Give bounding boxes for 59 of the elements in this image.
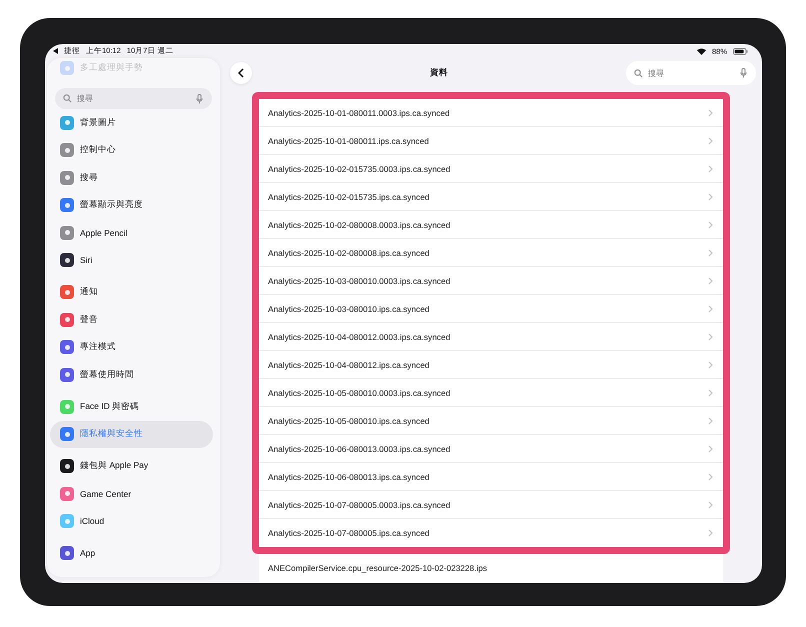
sidebar-item[interactable]: 通知 bbox=[50, 278, 213, 306]
sidebar-item[interactable]: 聲音 bbox=[50, 306, 213, 334]
battery-icon bbox=[733, 48, 748, 54]
sidebar-item[interactable]: 螢幕顯示與亮度 bbox=[50, 192, 213, 219]
sidebar-item[interactable]: Face ID 與密碼 bbox=[50, 393, 213, 420]
chevron-icon bbox=[708, 472, 713, 480]
chevron-icon bbox=[708, 500, 713, 508]
chevron-icon bbox=[708, 416, 713, 424]
chevron-icon bbox=[708, 136, 713, 144]
chevron-icon bbox=[708, 388, 713, 396]
file-row[interactable]: Analytics-2025-10-02-080008.0003.ips.ca.synced bbox=[259, 211, 723, 239]
chevron-icon bbox=[708, 529, 713, 537]
file-row[interactable]: Analytics-2025-10-03-080010.0003.ips.ca.synced bbox=[259, 267, 723, 295]
sidebar-item[interactable]: Game Center bbox=[50, 480, 213, 508]
sidebar-item[interactable]: 背景圖片 bbox=[50, 109, 213, 136]
microphone-icon[interactable] bbox=[740, 68, 747, 78]
search-field[interactable]: 搜尋 bbox=[55, 88, 212, 109]
chevron-icon bbox=[708, 248, 713, 256]
sidebar-item[interactable]: Apple Pencil bbox=[50, 219, 213, 246]
back-button[interactable] bbox=[230, 62, 252, 84]
file-row[interactable]: Analytics-2025-10-04-080012.0003.ips.ca.synced bbox=[259, 323, 723, 351]
sidebar-item[interactable]: 控制中心 bbox=[50, 136, 213, 164]
microphone-icon[interactable] bbox=[196, 94, 203, 104]
file-row[interactable]: Analytics-2025-10-04-080012.ips.ca.synced bbox=[259, 351, 723, 379]
sidebar-item[interactable]: Siri bbox=[50, 246, 213, 274]
chevron-icon bbox=[708, 444, 713, 452]
file-row[interactable]: Analytics-2025-10-01-080011.ips.ca.synced bbox=[259, 127, 723, 155]
file-row[interactable]: ANECompilerService.cpu_resource-2025-10-02-023228.ips bbox=[259, 554, 723, 582]
sidebar-item[interactable]: App bbox=[50, 540, 213, 567]
sidebar-item[interactable]: iCloud bbox=[50, 508, 213, 535]
file-row[interactable]: Analytics-2025-10-06-080013.0003.ips.ca.synced bbox=[259, 435, 723, 463]
sidebar-item[interactable]: 專注模式 bbox=[50, 334, 213, 361]
file-row[interactable]: Analytics-2025-10-02-015735.0003.ips.ca.synced bbox=[259, 155, 723, 183]
file-row[interactable]: Analytics-2025-10-02-080008.ips.ca.synced bbox=[259, 239, 723, 267]
file-row[interactable]: Analytics-2025-10-05-080010.0003.ips.ca.synced bbox=[259, 379, 723, 407]
file-row[interactable]: Analytics-2025-10-05-080010.ips.ca.synced bbox=[259, 407, 723, 435]
back-icon bbox=[238, 68, 244, 78]
chevron-icon bbox=[708, 276, 713, 284]
file-row[interactable]: Analytics-2025-10-07-080005.0003.ips.ca.synced bbox=[259, 491, 723, 519]
file-row[interactable]: Analytics-2025-10-02-015735.ips.ca.synced bbox=[259, 183, 723, 211]
chevron-icon bbox=[708, 360, 713, 368]
wifi-icon bbox=[696, 48, 706, 54]
chevron-icon bbox=[708, 108, 713, 116]
chevron-icon bbox=[708, 304, 713, 312]
back-arrow-icon[interactable] bbox=[53, 48, 58, 54]
file-row[interactable]: Analytics-2025-10-07-080005.ips.ca.synced bbox=[259, 519, 723, 547]
search-field[interactable]: 搜尋 bbox=[626, 61, 756, 85]
chevron-icon bbox=[708, 332, 713, 340]
sidebar-item[interactable]: 螢幕使用時間 bbox=[50, 361, 213, 388]
settings-icon bbox=[60, 61, 74, 75]
chevron-icon bbox=[708, 220, 713, 228]
page-title: 資料 bbox=[429, 67, 449, 79]
file-row[interactable]: Analytics-2025-10-03-080010.ips.ca.synced bbox=[259, 295, 723, 323]
file-row[interactable]: Analytics-2025-10-01-080011.0003.ips.ca.synced bbox=[259, 99, 723, 127]
sidebar-item[interactable]: 搜尋 bbox=[50, 164, 213, 192]
file-row[interactable]: Analytics-2025-10-06-080013.ips.ca.synced bbox=[259, 463, 723, 491]
sidebar-item[interactable]: 錢包與 Apple Pay bbox=[50, 452, 213, 480]
chevron-icon bbox=[708, 192, 713, 200]
chevron-icon bbox=[708, 164, 713, 172]
